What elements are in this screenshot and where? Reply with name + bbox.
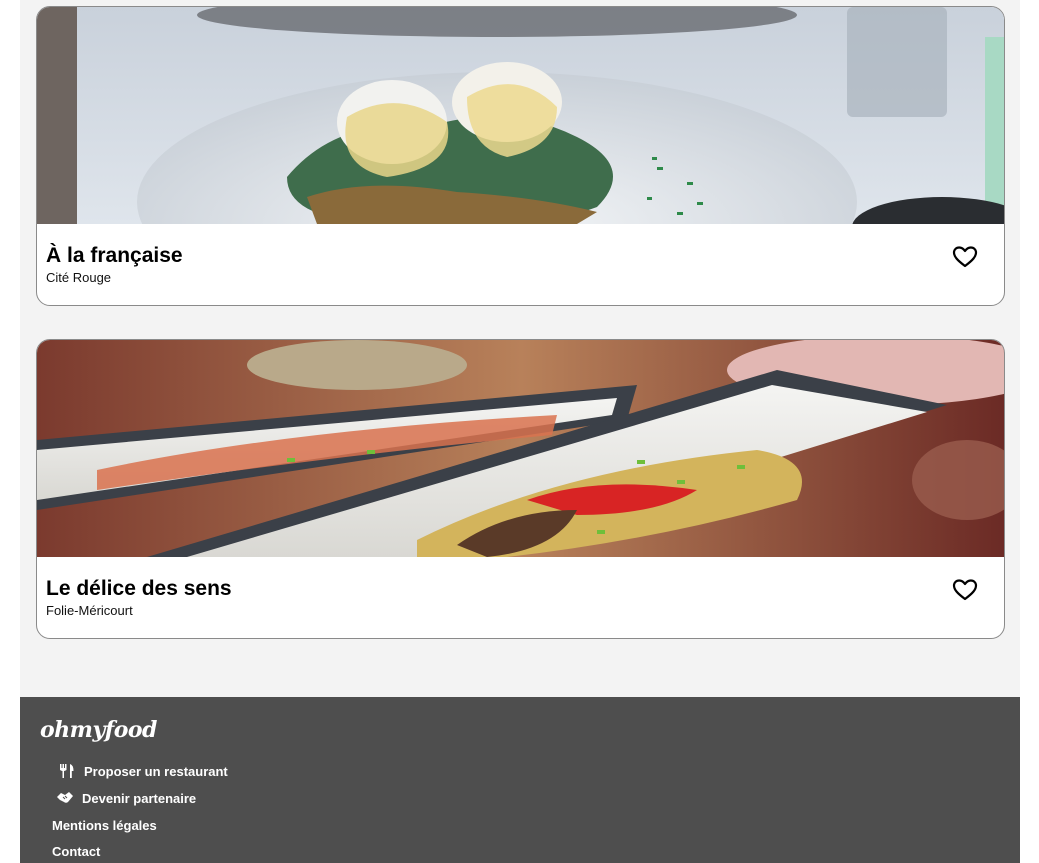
utensils-icon bbox=[58, 763, 76, 779]
restaurant-photo bbox=[37, 7, 1004, 224]
legal-notice-link[interactable]: Mentions légales bbox=[52, 818, 157, 833]
propose-restaurant-label: Proposer un restaurant bbox=[84, 763, 228, 779]
restaurant-name: Le délice des sens bbox=[46, 577, 232, 600]
footer-logo[interactable]: ohmyfood bbox=[40, 717, 157, 743]
restaurant-photo bbox=[37, 340, 1004, 557]
heart-icon[interactable] bbox=[952, 245, 978, 269]
propose-restaurant-link[interactable]: Proposer un restaurant bbox=[58, 763, 228, 779]
handshake-icon bbox=[56, 790, 74, 806]
become-partner-link[interactable]: Devenir partenaire bbox=[56, 790, 196, 806]
contact-label: Contact bbox=[52, 844, 101, 859]
restaurant-name: À la française bbox=[46, 244, 183, 267]
footer: ohmyfood Proposer un restaurant Devenir … bbox=[20, 697, 1020, 863]
contact-link[interactable]: Contact bbox=[52, 844, 100, 859]
restaurant-location: Folie-Méricourt bbox=[46, 603, 133, 618]
page: À la française Cité Rouge Le délice des … bbox=[20, 0, 1020, 863]
restaurant-card[interactable]: Le délice des sens Folie-Méricourt bbox=[36, 339, 1005, 639]
restaurant-card[interactable]: À la française Cité Rouge bbox=[36, 6, 1005, 306]
restaurant-location: Cité Rouge bbox=[46, 270, 112, 285]
legal-notice-label: Mentions légales bbox=[52, 818, 157, 833]
heart-icon[interactable] bbox=[952, 578, 978, 602]
become-partner-label: Devenir partenaire bbox=[82, 790, 197, 806]
